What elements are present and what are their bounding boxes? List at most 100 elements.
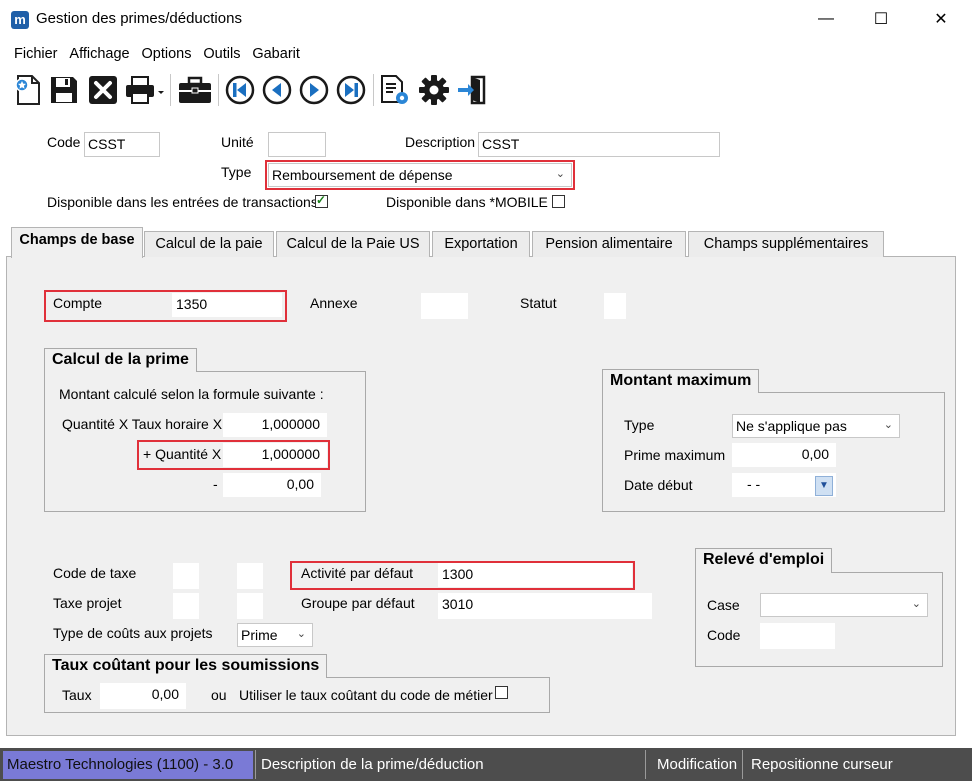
exit-icon[interactable] bbox=[456, 72, 488, 108]
date-debut-value: - - bbox=[747, 476, 761, 492]
dispo-transactions-checkbox[interactable] bbox=[315, 193, 328, 208]
quantite-taux-field[interactable]: 1,000000 bbox=[223, 413, 327, 437]
releve-title: Relevé d'emploi bbox=[695, 548, 833, 573]
menu-bar: Fichier Affichage Options Outils Gabarit bbox=[0, 42, 300, 66]
taux-label: Taux bbox=[62, 687, 92, 703]
document-settings-icon[interactable] bbox=[379, 72, 411, 108]
ou-label: ou bbox=[211, 687, 227, 703]
status-mode: Modification bbox=[657, 756, 737, 773]
dispo-mobile-label: Disponible dans *MOBILE bbox=[386, 194, 548, 210]
code-taxe-field-2[interactable] bbox=[237, 563, 263, 589]
previous-record-icon[interactable] bbox=[261, 72, 293, 108]
type-couts-label: Type de coûts aux projets bbox=[53, 625, 213, 641]
window-title: Gestion des primes/déductions bbox=[36, 10, 242, 27]
type-couts-value: Prime bbox=[241, 627, 278, 643]
date-debut-field[interactable]: - - ▼ bbox=[732, 473, 836, 497]
toolbar-separator bbox=[218, 74, 219, 106]
close-window-button[interactable]: ✕ bbox=[918, 0, 964, 38]
menu-affichage[interactable]: Affichage bbox=[69, 42, 133, 66]
print-icon[interactable] bbox=[124, 72, 164, 108]
quantite-taux-label: Quantité X Taux horaire X bbox=[62, 416, 223, 432]
montant-max-title: Montant maximum bbox=[602, 369, 760, 393]
status-company: Maestro Technologies (1100) - 3.0 bbox=[3, 751, 253, 779]
toolbar-separator bbox=[170, 74, 171, 106]
code-field[interactable]: CSST bbox=[84, 132, 160, 157]
app-logo-icon: m bbox=[11, 11, 29, 29]
compte-field[interactable]: 1350 bbox=[172, 293, 282, 317]
type-label: Type bbox=[221, 164, 252, 180]
groupe-field[interactable]: 3010 bbox=[438, 593, 652, 619]
minimize-button[interactable]: — bbox=[803, 0, 849, 38]
montant-max-type-value: Ne s'applique pas bbox=[736, 418, 847, 434]
date-debut-label: Date début bbox=[624, 477, 693, 493]
tab-calcul-de-la-paie[interactable]: Calcul de la paie bbox=[144, 231, 274, 257]
new-icon[interactable] bbox=[12, 72, 44, 108]
dispo-mobile-checkbox[interactable] bbox=[552, 195, 565, 208]
montant-max-type-select[interactable]: Ne s'applique pas ⌄ bbox=[732, 414, 900, 438]
releve-case-select[interactable]: ⌄ bbox=[760, 593, 928, 617]
statut-label: Statut bbox=[520, 295, 557, 311]
status-description: Description de la prime/déduction bbox=[261, 756, 484, 773]
menu-gabarit[interactable]: Gabarit bbox=[252, 42, 304, 66]
moins-label: - bbox=[213, 476, 218, 492]
type-couts-select[interactable]: Prime ⌄ bbox=[237, 623, 313, 647]
menu-options[interactable]: Options bbox=[142, 42, 196, 66]
taxe-projet-field-2[interactable] bbox=[237, 593, 263, 619]
chevron-down-icon: ⌄ bbox=[883, 419, 893, 431]
releve-case-label: Case bbox=[707, 597, 740, 613]
type-select-value: Remboursement de dépense bbox=[272, 167, 453, 183]
next-record-icon[interactable] bbox=[298, 72, 330, 108]
tab-champs-supplementaires[interactable]: Champs supplémentaires bbox=[688, 231, 884, 257]
releve-group bbox=[695, 572, 943, 667]
status-divider bbox=[742, 750, 743, 779]
calcul-prime-intro: Montant calculé selon la formule suivant… bbox=[59, 386, 324, 402]
calcul-prime-title: Calcul de la prime bbox=[44, 348, 197, 372]
chevron-down-icon: ⌄ bbox=[911, 598, 921, 610]
status-bar: Maestro Technologies (1100) - 3.0 Descri… bbox=[0, 748, 972, 781]
plus-quantite-field[interactable]: 1,000000 bbox=[223, 443, 327, 467]
utiliser-taux-checkbox[interactable] bbox=[495, 686, 508, 699]
settings-gear-icon[interactable] bbox=[418, 72, 450, 108]
description-field[interactable]: CSST bbox=[478, 132, 720, 157]
calendar-dropdown-icon[interactable]: ▼ bbox=[815, 476, 833, 496]
taux-field[interactable]: 0,00 bbox=[100, 683, 186, 709]
tab-calcul-de-la-paie-us[interactable]: Calcul de la Paie US bbox=[276, 231, 430, 257]
annexe-field[interactable] bbox=[421, 293, 468, 319]
first-record-icon[interactable] bbox=[224, 72, 256, 108]
delete-icon[interactable] bbox=[87, 72, 119, 108]
taxe-projet-label: Taxe projet bbox=[53, 595, 122, 611]
tab-pension-alimentaire[interactable]: Pension alimentaire bbox=[532, 231, 686, 257]
utiliser-taux-label: Utiliser le taux coûtant du code de méti… bbox=[239, 687, 493, 703]
montant-max-type-label: Type bbox=[624, 417, 655, 433]
status-divider bbox=[645, 750, 646, 779]
annexe-label: Annexe bbox=[310, 295, 358, 311]
taxe-projet-field-1[interactable] bbox=[173, 593, 199, 619]
releve-code-field[interactable] bbox=[760, 623, 835, 649]
last-record-icon[interactable] bbox=[335, 72, 367, 108]
description-label: Description bbox=[405, 134, 476, 150]
activite-field[interactable]: 1300 bbox=[438, 563, 632, 587]
tab-champs-de-base[interactable]: Champs de base bbox=[11, 227, 143, 258]
briefcase-icon[interactable] bbox=[178, 72, 212, 108]
chevron-down-icon: ⌄ bbox=[555, 168, 565, 180]
activite-label: Activité par défaut bbox=[301, 565, 414, 581]
code-taxe-field-1[interactable] bbox=[173, 563, 199, 589]
maximize-button[interactable]: ☐ bbox=[858, 0, 904, 38]
moins-field[interactable]: 0,00 bbox=[223, 473, 321, 497]
code-label: Code bbox=[47, 134, 81, 150]
groupe-label: Groupe par défaut bbox=[301, 595, 415, 611]
title-bar: m Gestion des primes/déductions — ☐ ✕ bbox=[0, 0, 972, 38]
unite-field[interactable] bbox=[268, 132, 326, 157]
prime-maximum-field[interactable]: 0,00 bbox=[732, 443, 836, 467]
compte-label: Compte bbox=[53, 295, 103, 311]
save-icon[interactable] bbox=[48, 72, 80, 108]
tab-exportation[interactable]: Exportation bbox=[432, 231, 530, 257]
status-divider bbox=[255, 750, 256, 779]
menu-outils[interactable]: Outils bbox=[203, 42, 244, 66]
chevron-down-icon: ⌄ bbox=[296, 628, 306, 640]
releve-code-label: Code bbox=[707, 627, 741, 643]
statut-field[interactable] bbox=[604, 293, 626, 319]
menu-fichier[interactable]: Fichier bbox=[14, 42, 62, 66]
status-hint: Repositionne curseur bbox=[751, 756, 893, 773]
type-select[interactable]: Remboursement de dépense ⌄ bbox=[268, 163, 572, 187]
